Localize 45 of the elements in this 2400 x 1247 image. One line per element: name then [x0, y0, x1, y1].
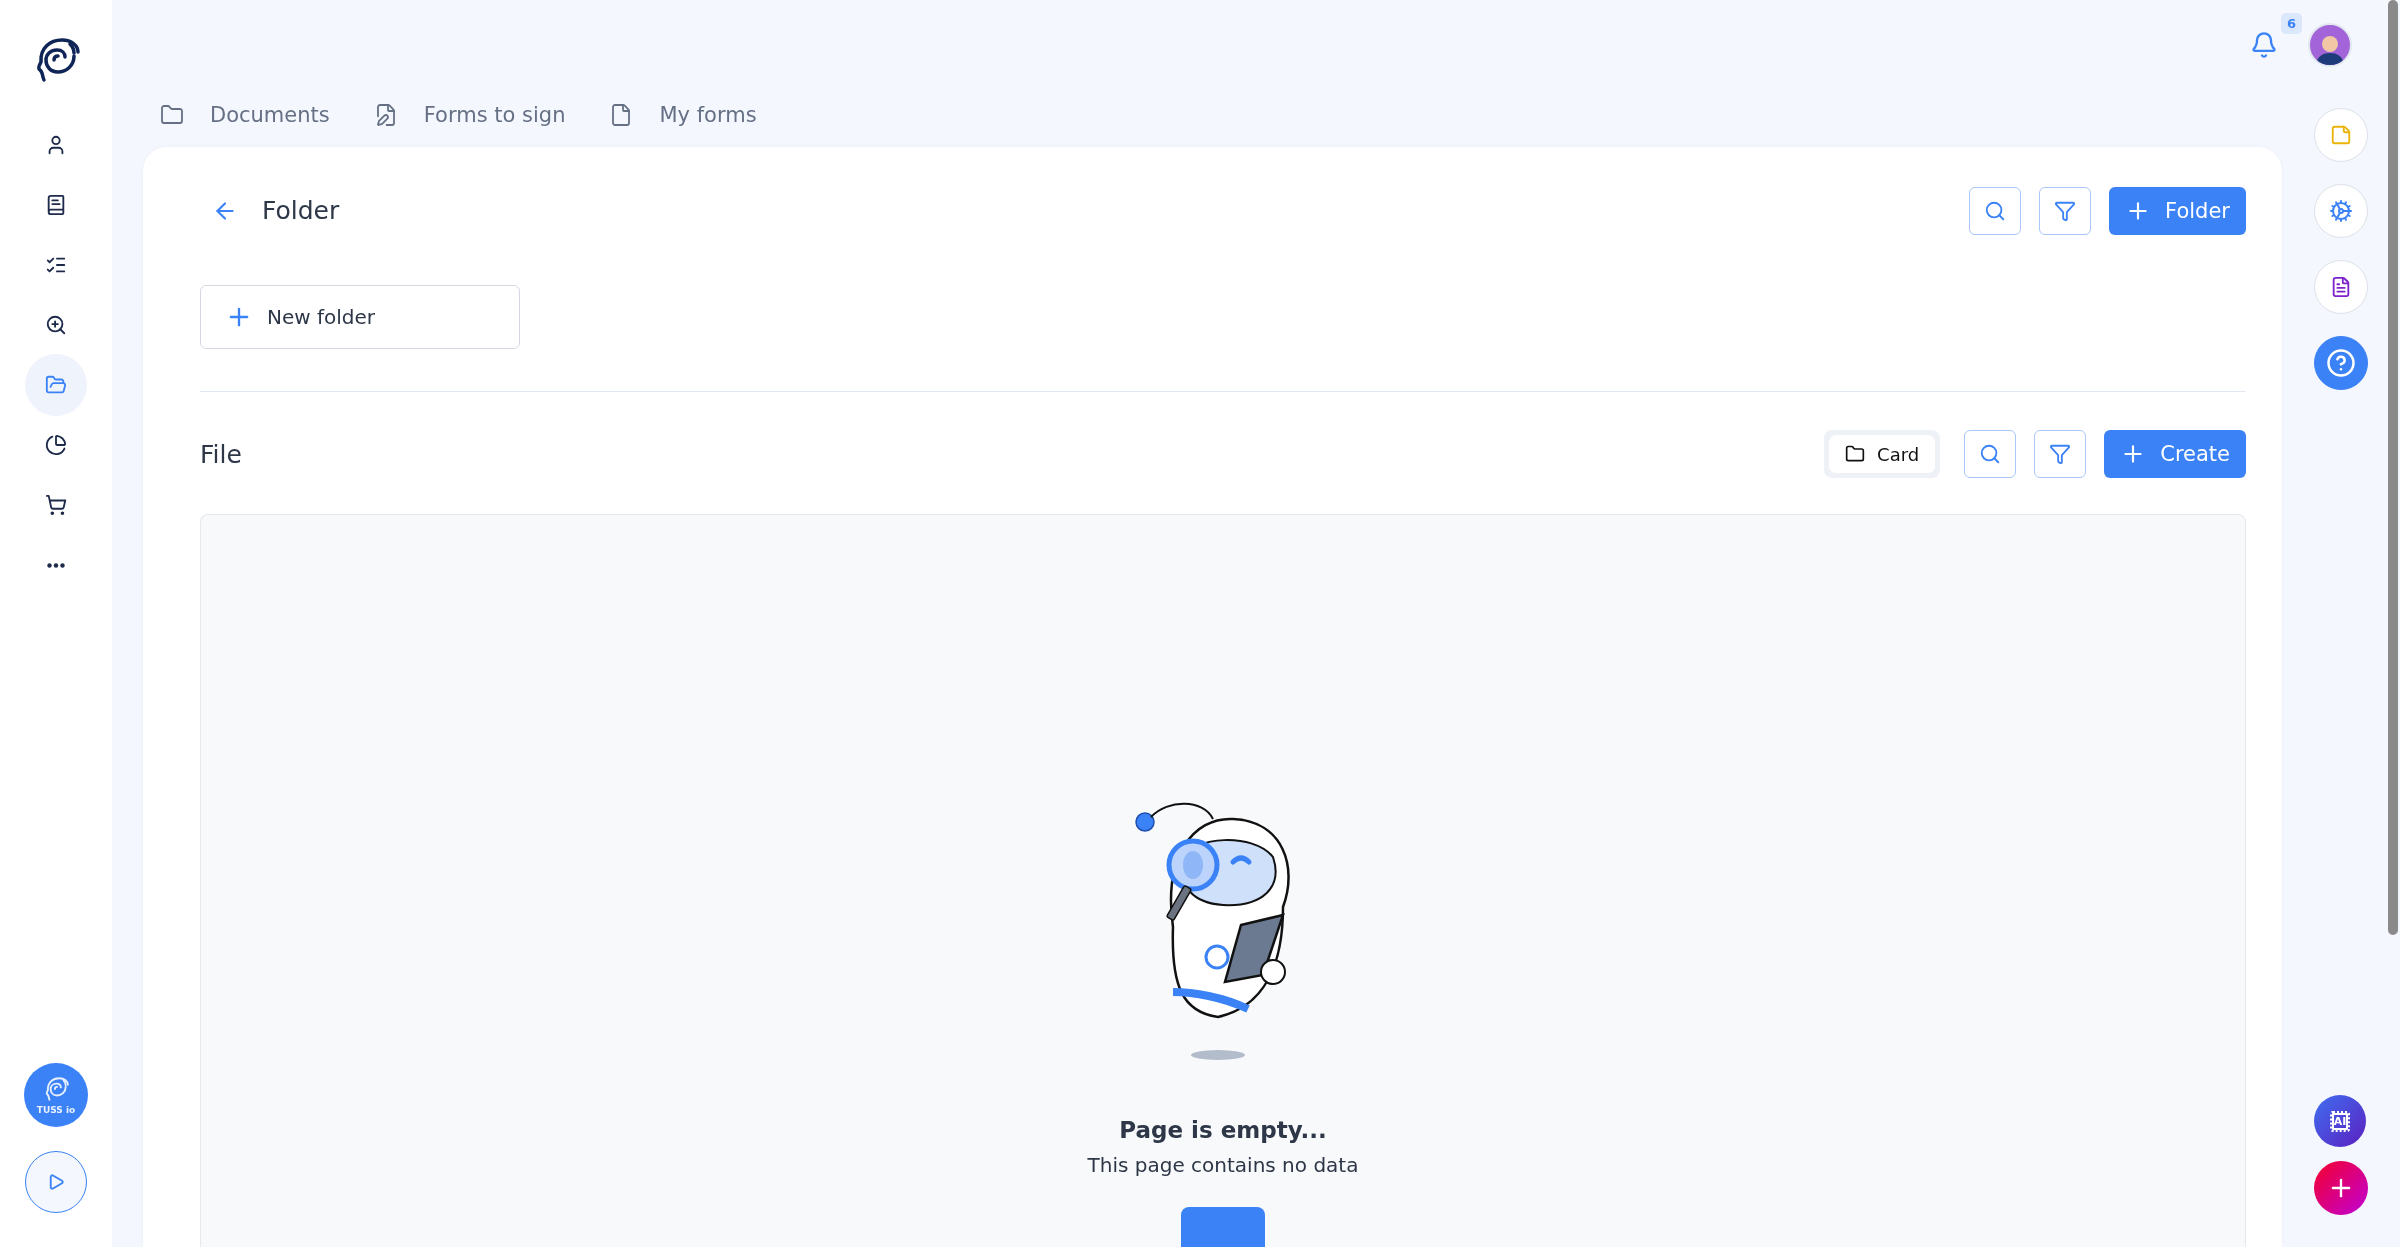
tab[interactable]: Forms to sign [373, 103, 566, 127]
empty-title: Page is empty... [1119, 1117, 1327, 1143]
book-icon [45, 194, 67, 216]
search-icon [1979, 443, 2002, 466]
create-button[interactable]: Create [2104, 430, 2246, 479]
filter-icon [2049, 443, 2072, 466]
help-button[interactable] [2314, 336, 2368, 390]
search-icon [1984, 199, 2007, 222]
cart-icon [45, 494, 67, 516]
search-button[interactable] [1964, 430, 2017, 479]
section-title: File [200, 439, 242, 469]
settings-button[interactable] [2314, 184, 2368, 238]
filter-icon [2054, 199, 2077, 222]
notifications-button[interactable] [2250, 31, 2278, 59]
add-button[interactable] [2314, 1161, 2368, 1215]
brand-button[interactable]: TUSS io [24, 1063, 88, 1127]
file-icon [2330, 276, 2352, 298]
ai-button[interactable]: AI [2314, 1095, 2366, 1147]
filter-button[interactable] [2039, 186, 2092, 235]
magnifier-icon [45, 314, 67, 336]
folder-icon [45, 374, 67, 396]
notification-count: 6 [2280, 13, 2302, 34]
avatar[interactable] [2308, 23, 2352, 67]
search-button[interactable] [1969, 186, 2022, 235]
tab[interactable]: Documents [160, 103, 330, 127]
new-folder-button[interactable]: New folder [200, 284, 520, 350]
filter-button[interactable] [2034, 430, 2087, 479]
help-icon [2326, 348, 2356, 378]
add-folder-button[interactable]: Folder [2109, 186, 2246, 235]
bell-icon [2250, 31, 2278, 59]
section-title: Folder [262, 196, 340, 226]
card-view-button[interactable]: Card [1829, 435, 1936, 474]
scrollbar[interactable] [2388, 0, 2398, 935]
person-silhouette-icon [2315, 33, 2345, 65]
more-icon [47, 562, 65, 568]
gear-icon [2329, 199, 2353, 223]
play-icon [47, 1173, 65, 1191]
document-button[interactable] [2314, 260, 2368, 314]
empty-message: This page contains no data [1087, 1153, 1359, 1177]
sticky-note-icon [2330, 124, 2352, 146]
tab[interactable]: My forms [609, 103, 757, 127]
folder-icon [1845, 444, 1866, 465]
notes-button[interactable] [2314, 108, 2368, 162]
folder-icon [160, 103, 184, 127]
pie-chart-icon [45, 434, 67, 456]
